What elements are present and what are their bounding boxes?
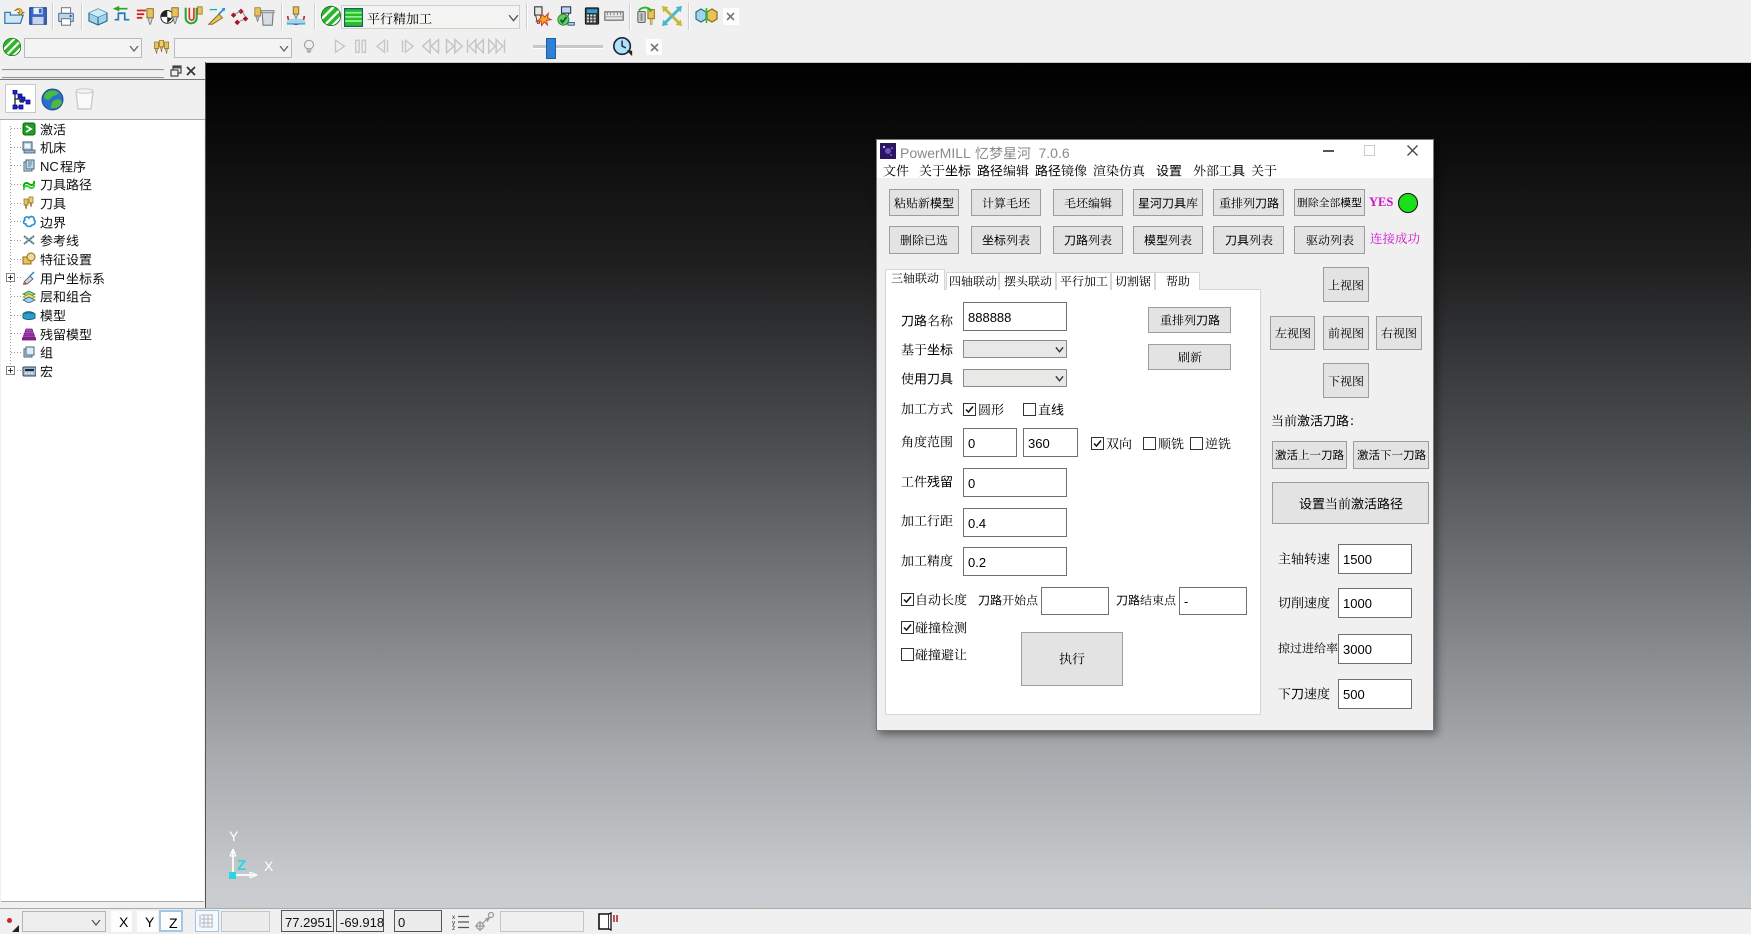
svg-text:Y: Y [229,828,239,844]
svg-text:z: z [452,925,455,930]
svg-text:Z: Z [237,857,246,874]
svg-text:X: X [264,858,274,874]
